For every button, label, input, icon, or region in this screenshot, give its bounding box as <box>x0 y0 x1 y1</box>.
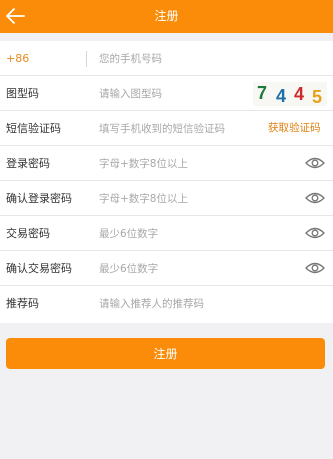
header: 注册 <box>0 0 333 33</box>
sms-code-label: 短信验证码 <box>6 122 61 135</box>
divider <box>86 51 87 67</box>
captcha-char: 7 <box>257 83 268 103</box>
login-password-row: 登录密码 <box>0 146 333 181</box>
captcha-char: 4 <box>276 86 287 106</box>
register-button[interactable]: 注册 <box>6 338 325 369</box>
registration-form: +86 图型码 7 4 4 5 短信验证码 获取验证码 登录密码 确认登录密码 <box>0 41 333 323</box>
login-password-label: 登录密码 <box>6 157 50 170</box>
confirm-trade-password-label: 确认交易密码 <box>6 262 72 275</box>
trade-password-label: 交易密码 <box>6 227 50 240</box>
phone-input[interactable] <box>99 49 309 69</box>
trade-password-input[interactable] <box>99 224 249 244</box>
captcha-image[interactable]: 7 4 4 5 <box>253 82 327 107</box>
eye-icon[interactable] <box>305 191 325 205</box>
eye-icon[interactable] <box>305 156 325 170</box>
captcha-char: 4 <box>294 84 305 104</box>
trade-password-row: 交易密码 <box>0 216 333 251</box>
captcha-label: 图型码 <box>6 87 39 100</box>
country-code[interactable]: +86 <box>6 41 29 76</box>
confirm-trade-password-input[interactable] <box>99 259 249 279</box>
get-sms-code-button[interactable]: 获取验证码 <box>268 111 321 146</box>
captcha-input[interactable] <box>99 84 249 104</box>
login-password-input[interactable] <box>99 154 249 174</box>
confirm-login-password-input[interactable] <box>99 189 249 209</box>
eye-icon[interactable] <box>305 226 325 240</box>
confirm-login-password-label: 确认登录密码 <box>6 192 72 205</box>
confirm-login-password-row: 确认登录密码 <box>0 181 333 216</box>
captcha-row: 图型码 7 4 4 5 <box>0 76 333 111</box>
phone-row: +86 <box>0 41 333 76</box>
eye-icon[interactable] <box>305 261 325 275</box>
confirm-trade-password-row: 确认交易密码 <box>0 251 333 286</box>
captcha-char: 5 <box>312 87 323 107</box>
referrer-input[interactable] <box>99 294 309 314</box>
sms-code-input[interactable] <box>99 119 259 139</box>
referrer-label: 推荐码 <box>6 297 39 310</box>
sms-code-row: 短信验证码 获取验证码 <box>0 111 333 146</box>
referrer-row: 推荐码 <box>0 286 333 321</box>
page-title: 注册 <box>154 9 179 23</box>
